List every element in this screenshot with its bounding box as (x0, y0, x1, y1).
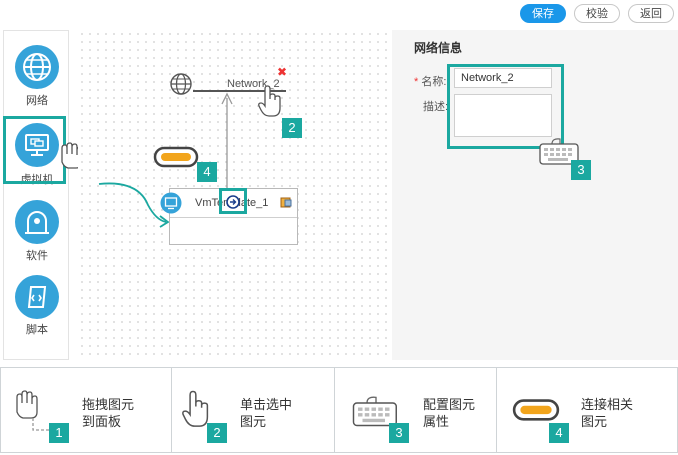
legend-text-3-line1: 配置图元 (423, 397, 476, 412)
palette-item-script[interactable]: 脚本 (4, 271, 70, 351)
link-icon (152, 144, 200, 175)
legend-text-3: 配置图元 属性 (423, 396, 475, 430)
delete-x-icon[interactable]: ✖ (277, 65, 287, 79)
properties-title: 网络信息 (414, 41, 463, 55)
vm-node-monitor-icon (160, 192, 182, 217)
legend-badge-4: 4 (549, 423, 569, 443)
save-button[interactable]: 保存 (520, 4, 566, 23)
step-badge-4: 4 (197, 162, 217, 182)
legend-text-2-line1: 单击选中 (240, 397, 293, 412)
legend-badge-3: 3 (389, 423, 409, 443)
required-mark: * (414, 76, 419, 88)
instruction-legend: 1 拖拽图元 到面板 2 单击选中 图元 3 配置图元 属性 4 连接相关 图元 (0, 367, 678, 453)
script-icon (15, 275, 59, 319)
legend-text-1-line1: 拖拽图元 (82, 397, 135, 412)
palette-item-software[interactable]: 软件 (4, 196, 70, 271)
legend-step-configure: 3 配置图元 属性 (335, 368, 497, 452)
palette-label-script: 脚本 (26, 324, 48, 336)
vm-package-icon (280, 196, 292, 211)
click-hand-icon (258, 85, 284, 122)
palette-item-network[interactable]: 网络 (4, 31, 70, 107)
software-icon (15, 200, 59, 244)
legend-text-2: 单击选中 图元 (240, 396, 292, 430)
name-label-text: 名称: (421, 76, 447, 88)
back-button[interactable]: 返回 (628, 4, 674, 23)
desc-field-label: 描述: (423, 101, 449, 113)
element-palette: 网络 虚拟机 软件 脚本 (3, 30, 69, 360)
legend-text-3-line2: 属性 (423, 414, 450, 429)
legend-text-4-line1: 连接相关 (581, 397, 634, 412)
globe-icon (15, 45, 59, 89)
legend-text-4-line2: 图元 (581, 414, 608, 429)
validate-button[interactable]: 校验 (574, 4, 620, 23)
step-badge-3: 3 (571, 160, 591, 180)
network-globe-icon (169, 72, 193, 99)
toolbar: 保存 校验 返回 (0, 0, 678, 30)
legend-text-1-line2: 到面板 (82, 414, 122, 429)
legend-step-link: 4 连接相关 图元 (497, 368, 677, 452)
legend-step-click: 2 单击选中 图元 (172, 368, 335, 452)
palette-label-software: 软件 (26, 250, 48, 262)
legend-text-4: 连接相关 图元 (581, 396, 633, 430)
legend-text-2-line2: 图元 (240, 414, 267, 429)
legend-text-1: 拖拽图元 到面板 (82, 396, 134, 430)
step-badge-2: 2 (282, 118, 302, 138)
legend-badge-2: 2 (207, 423, 227, 443)
vm-node-divider (170, 217, 297, 218)
connect-handle-highlight (219, 188, 247, 214)
legend-step-drag: 1 拖拽图元 到面板 (1, 368, 172, 452)
name-field-label: * 名称: (414, 73, 446, 89)
legend-badge-1: 1 (49, 423, 69, 443)
palette-label-network: 网络 (26, 95, 48, 107)
